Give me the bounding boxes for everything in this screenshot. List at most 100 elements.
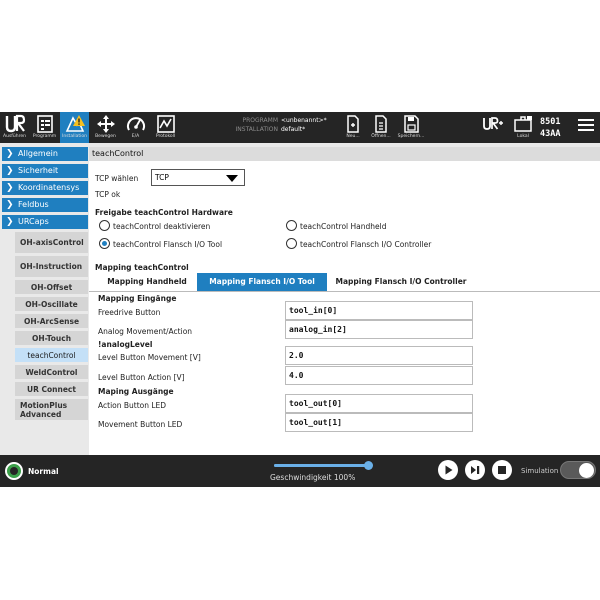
- move-arrows-icon: [96, 115, 115, 133]
- ur-plus-logo-icon: [483, 117, 503, 130]
- robot-status-text: Normal: [28, 467, 59, 476]
- sidebar-item-motionplus-advanced[interactable]: MotionPlus Advanced: [15, 399, 88, 420]
- play-icon: [445, 465, 453, 475]
- installation-tab-label: Installation: [62, 134, 87, 139]
- sidebar-item-oh-instruction[interactable]: OH-Instruction: [15, 256, 88, 277]
- sidebar-category-label: URCaps: [18, 217, 49, 226]
- sidebar-item-teachcontrol[interactable]: teachControl: [15, 348, 88, 362]
- top-bar: Ausführen Programm Installation Bewegen …: [0, 112, 600, 143]
- sidebar-item-label: WeldControl: [25, 367, 78, 377]
- tcp-dropdown[interactable]: TCP: [151, 169, 245, 186]
- installation-name: default*: [281, 126, 306, 133]
- installation-key: INSTALLATION: [235, 126, 278, 133]
- tab-divider: [89, 291, 600, 292]
- local-mode-label: Lokal: [517, 134, 529, 139]
- program-info: PROGRAMM <unbenannt>* INSTALLATION default…: [228, 116, 327, 134]
- urplus-button[interactable]: [481, 112, 505, 143]
- open-file-icon: [375, 115, 387, 133]
- sidebar-category-urcaps[interactable]: ❯ URCaps: [2, 215, 88, 229]
- radio-flansch-tool-label[interactable]: teachControl Flansch I/O Tool: [113, 240, 222, 249]
- radio-handheld[interactable]: [286, 220, 297, 231]
- sidebar-item-ur-connect[interactable]: UR Connect: [15, 382, 88, 396]
- level-action-input[interactable]: 4.0: [285, 366, 473, 385]
- sidebar-item-label: OH-ArcSense: [23, 316, 80, 326]
- freedrive-input[interactable]: tool_in[0]: [285, 301, 473, 320]
- analog-input[interactable]: analog_in[2]: [285, 320, 473, 339]
- tab-mapping-handheld[interactable]: Mapping Handheld: [99, 273, 195, 291]
- gauge-icon: [126, 117, 145, 131]
- log-tab[interactable]: Protokoll: [151, 112, 180, 143]
- save-button[interactable]: Speichern...: [396, 112, 426, 143]
- log-tab-label: Protokoll: [155, 134, 176, 139]
- analog-level-heading: !analogLevel: [98, 340, 153, 349]
- level-movement-input[interactable]: 2.0: [285, 346, 473, 365]
- stop-icon: [498, 466, 506, 474]
- radio-deaktivieren-label[interactable]: teachControl deaktivieren: [113, 222, 210, 231]
- program-name: <unbenannt>*: [281, 117, 327, 124]
- installation-tab[interactable]: Installation: [60, 112, 89, 143]
- ur-logo-icon: [5, 114, 25, 133]
- sidebar-item-oh-axiscontrol[interactable]: OH-axisControl: [15, 232, 88, 253]
- serial-line-1: 8501: [540, 117, 561, 127]
- speed-slider-handle[interactable]: [364, 461, 373, 470]
- local-mode-button[interactable]: Lokal: [511, 112, 535, 143]
- radio-flansch-controller[interactable]: [286, 238, 297, 249]
- radio-deaktivieren[interactable]: [99, 220, 110, 231]
- move-tab[interactable]: Bewegen: [91, 112, 120, 143]
- tab-mapping-flansch-tool[interactable]: Mapping Flansch I/O Tool: [197, 273, 327, 291]
- new-button-label: Neu...: [346, 134, 360, 139]
- program-tab[interactable]: Programm: [30, 112, 59, 143]
- radio-flansch-controller-label[interactable]: teachControl Flansch I/O Controller: [300, 240, 431, 249]
- log-chart-icon: [156, 115, 175, 133]
- sidebar-item-label: OH-Oscillate: [25, 299, 78, 309]
- tab-mapping-flansch-controller[interactable]: Mapping Flansch I/O Controller: [329, 273, 473, 291]
- analog-label: Analog Movement/Action: [98, 327, 193, 336]
- action-led-input[interactable]: tool_out[0]: [285, 394, 473, 413]
- sidebar-category-sicherheit[interactable]: ❯ Sicherheit: [2, 164, 88, 178]
- sidebar-item-oh-arcsense[interactable]: OH-ArcSense: [15, 314, 88, 328]
- chevron-down-icon: ❯: [6, 217, 14, 227]
- robot-status-icon[interactable]: [5, 462, 23, 480]
- speed-slider[interactable]: [274, 461, 373, 470]
- tcp-status: TCP ok: [95, 190, 121, 199]
- new-button[interactable]: Neu...: [341, 112, 365, 143]
- radio-handheld-label[interactable]: teachControl Handheld: [300, 222, 386, 231]
- sidebar-item-weldcontrol[interactable]: WeldControl: [15, 365, 88, 379]
- chevron-right-icon: ❯: [6, 200, 14, 210]
- robot-serial: 8501 43AA: [540, 116, 560, 140]
- serial-line-2: 43AA: [540, 129, 561, 139]
- open-button-label: Öffnen...: [371, 134, 391, 139]
- io-tab[interactable]: E/A: [122, 112, 149, 143]
- tcp-dropdown-value: TCP: [155, 173, 169, 182]
- program-key: PROGRAMM: [242, 117, 278, 124]
- step-button[interactable]: [465, 460, 485, 480]
- sidebar-item-oh-touch[interactable]: OH-Touch: [15, 331, 88, 345]
- open-button[interactable]: Öffnen...: [368, 112, 394, 143]
- action-led-label: Action Button LED: [98, 401, 167, 410]
- save-button-label: Speichern...: [397, 134, 425, 139]
- new-file-icon: [347, 115, 359, 133]
- installation-warning-icon: [65, 115, 85, 132]
- simulation-toggle-knob: [579, 463, 594, 478]
- tcp-select-label: TCP wählen: [95, 174, 139, 183]
- sidebar-category-label: Allgemein: [18, 149, 58, 158]
- freedrive-label: Freedrive Button: [98, 308, 161, 317]
- sidebar-category-koordinatensys[interactable]: ❯ Koordinatensys: [2, 181, 88, 195]
- sidebar-category-label: Koordinatensys: [18, 183, 80, 192]
- radio-flansch-tool[interactable]: [99, 238, 110, 249]
- sidebar-category-allgemein[interactable]: ❯ Allgemein: [2, 147, 88, 161]
- speed-slider-fill: [274, 464, 370, 467]
- stop-button[interactable]: [492, 460, 512, 480]
- simulation-toggle[interactable]: [560, 461, 596, 479]
- sidebar-item-oh-oscillate[interactable]: OH-Oscillate: [15, 297, 88, 311]
- run-tab[interactable]: Ausführen: [0, 112, 29, 143]
- menu-button[interactable]: [574, 112, 598, 143]
- play-button[interactable]: [438, 460, 458, 480]
- level-movement-label: Level Button Movement [V]: [98, 353, 201, 362]
- hardware-heading: Freigabe teachControl Hardware: [95, 208, 233, 217]
- sidebar-item-label: teachControl: [27, 350, 76, 360]
- movement-led-input[interactable]: tool_out[1]: [285, 413, 473, 432]
- sidebar-item-oh-offset[interactable]: OH-Offset: [15, 280, 88, 294]
- sidebar-category-label: Sicherheit: [18, 166, 59, 175]
- sidebar-category-feldbus[interactable]: ❯ Feldbus: [2, 198, 88, 212]
